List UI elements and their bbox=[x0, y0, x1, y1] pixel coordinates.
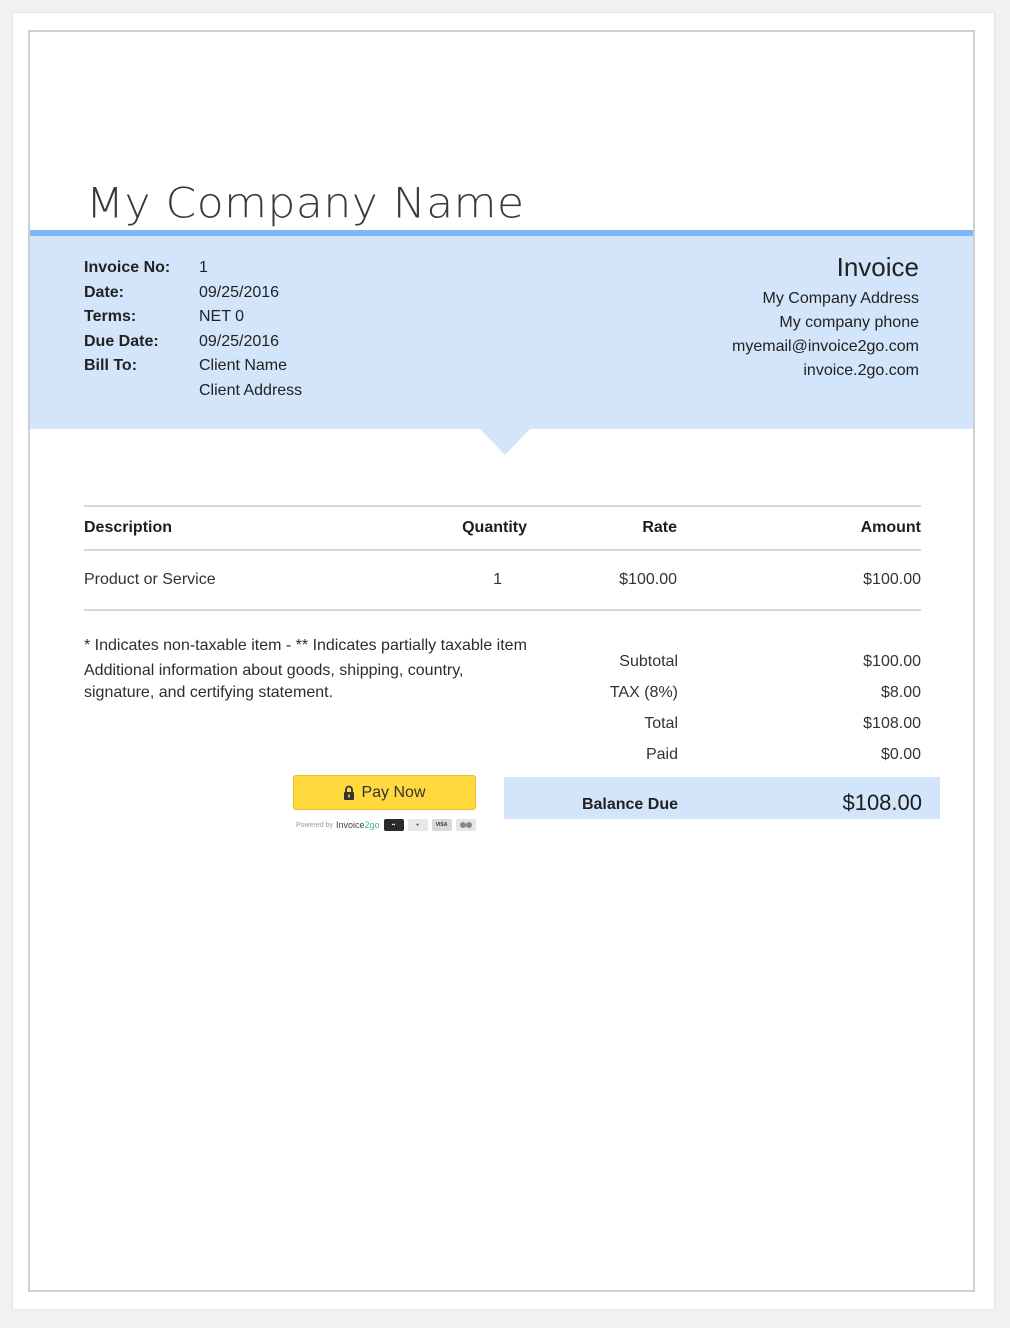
amex-card-icon: ▪▪ bbox=[383, 819, 404, 831]
item-rate: $100.00 bbox=[619, 571, 677, 588]
pay-now-button[interactable]: Pay Now bbox=[293, 775, 476, 810]
table-header: Description Quantity Rate Amount bbox=[84, 507, 921, 549]
totals-value: $0.00 bbox=[880, 745, 921, 763]
company-website: invoice.2go.com bbox=[803, 362, 919, 379]
invoice-header-band: Invoice No: 1 Date: 09/25/2016 Terms: NE… bbox=[30, 230, 973, 429]
pay-now-label: Pay Now bbox=[361, 783, 426, 801]
totals-row-paid: Paid $0.00 bbox=[504, 739, 921, 770]
meta-row-terms: Terms: NET 0 bbox=[84, 305, 302, 330]
totals-value: $108.00 bbox=[863, 714, 921, 732]
sender-info: Invoice My Company Address My company ph… bbox=[732, 252, 919, 383]
powered-by-text: Powered by bbox=[296, 821, 333, 829]
meta-value: Client Name bbox=[199, 357, 288, 375]
column-header-quantity: Quantity bbox=[462, 519, 527, 536]
meta-value: 1 bbox=[199, 259, 208, 277]
page-shadow: My Company Name Invoice No: 1 Date: 09/2… bbox=[13, 13, 994, 1309]
payment-powered-by: Powered by Invoice2go ▪▪ ● VISA bbox=[296, 818, 480, 832]
column-header-description: Description bbox=[84, 519, 173, 536]
table-row: Product or Service 1 $100.00 $100.00 bbox=[84, 551, 921, 609]
meta-label: Due Date: bbox=[84, 332, 159, 350]
item-quantity: 1 bbox=[493, 571, 502, 588]
discover-card-icon: ● bbox=[407, 819, 428, 831]
visa-card-icon: VISA bbox=[431, 819, 452, 831]
meta-row-bill-to: Bill To: Client Name bbox=[84, 354, 302, 379]
totals-label: TAX (8%) bbox=[609, 683, 678, 701]
meta-value: NET 0 bbox=[199, 308, 245, 326]
balance-due-bar: Balance Due $108.00 bbox=[504, 777, 940, 819]
line-items-table: Description Quantity Rate Amount Product… bbox=[84, 505, 921, 611]
bill-to-address: Client Address bbox=[199, 381, 303, 399]
item-description: Product or Service bbox=[84, 571, 216, 588]
totals-row-total: Total $108.00 bbox=[504, 708, 921, 739]
column-header-rate: Rate bbox=[642, 519, 677, 536]
additional-info: Additional information about goods, ship… bbox=[84, 662, 464, 701]
tax-note: * Indicates non-taxable item - ** Indica… bbox=[84, 637, 527, 654]
column-header-amount: Amount bbox=[860, 519, 921, 536]
lock-icon bbox=[344, 785, 355, 800]
meta-label: Terms: bbox=[84, 308, 137, 326]
mastercard-card-icon bbox=[455, 819, 476, 831]
company-phone: My company phone bbox=[779, 314, 919, 331]
company-email: myemail@invoice2go.com bbox=[732, 338, 919, 355]
header-pointer bbox=[480, 429, 530, 455]
totals-value: $8.00 bbox=[880, 683, 921, 701]
divider bbox=[84, 609, 921, 611]
brand-name: Invoice bbox=[335, 820, 365, 830]
invoice2go-logo: Invoice2go bbox=[336, 820, 380, 830]
invoice-meta: Invoice No: 1 Date: 09/25/2016 Terms: NE… bbox=[84, 256, 302, 403]
totals-label: Total bbox=[644, 714, 678, 732]
balance-due-label: Balance Due bbox=[581, 796, 678, 813]
meta-label: Bill To: bbox=[84, 357, 138, 375]
brand-suffix: 2go bbox=[364, 820, 380, 830]
meta-row-due-date: Due Date: 09/25/2016 bbox=[84, 330, 302, 355]
invoice-sheet: My Company Name Invoice No: 1 Date: 09/2… bbox=[28, 30, 975, 1292]
invoice-notes: * Indicates non-taxable item - ** Indica… bbox=[84, 636, 554, 704]
item-amount: $100.00 bbox=[863, 571, 921, 588]
meta-label: Invoice No: bbox=[84, 259, 171, 277]
meta-label: Date: bbox=[84, 283, 125, 301]
balance-due-value: $108.00 bbox=[842, 790, 922, 815]
company-address: My Company Address bbox=[762, 290, 919, 307]
totals-row-tax: TAX (8%) $8.00 bbox=[504, 677, 921, 708]
company-name: My Company Name bbox=[86, 179, 525, 228]
meta-row-invoice-no: Invoice No: 1 bbox=[84, 256, 302, 281]
totals-label: Subtotal bbox=[619, 652, 678, 670]
meta-row-date: Date: 09/25/2016 bbox=[84, 281, 302, 306]
totals-summary: Subtotal $100.00 TAX (8%) $8.00 Total $1… bbox=[504, 646, 921, 770]
totals-row-subtotal: Subtotal $100.00 bbox=[504, 646, 921, 677]
totals-label: Paid bbox=[645, 745, 678, 763]
meta-value: 09/25/2016 bbox=[199, 283, 280, 301]
totals-value: $100.00 bbox=[863, 652, 921, 670]
meta-value: 09/25/2016 bbox=[199, 332, 280, 350]
document-title: Invoice bbox=[836, 252, 919, 282]
